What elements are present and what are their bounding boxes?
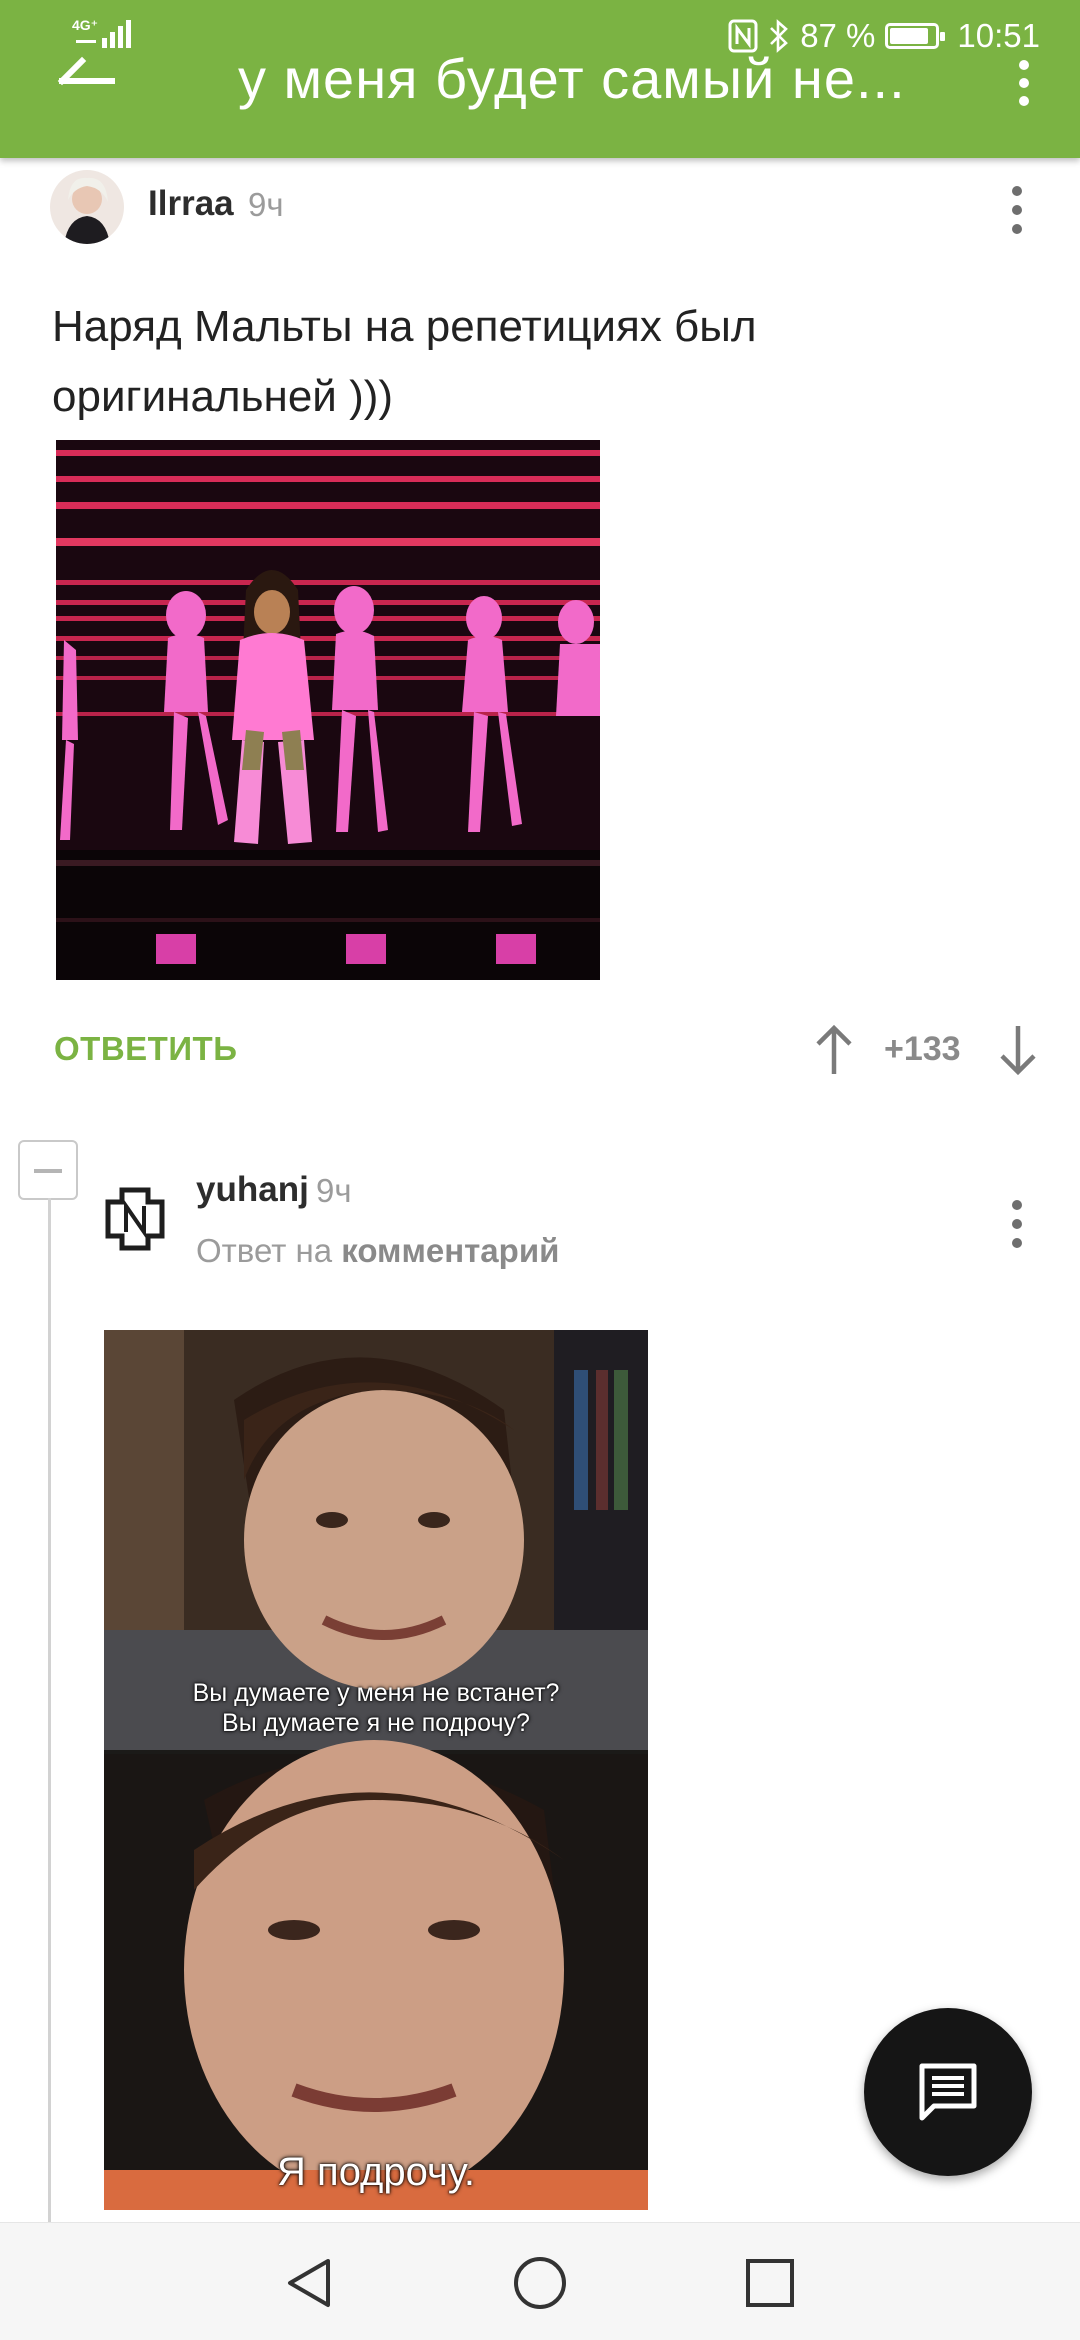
- meme-caption-line: Вы думаете я не подрочу?: [222, 1709, 530, 1737]
- nav-back-button[interactable]: [280, 2253, 340, 2313]
- thread-line[interactable]: [48, 1198, 51, 2228]
- rammstein-logo-icon: [105, 1187, 165, 1251]
- toolbar-more-button[interactable]: [1004, 60, 1044, 120]
- comment-icon: [919, 2063, 977, 2121]
- battery-level: [890, 28, 929, 44]
- meme-photo: [104, 1330, 648, 2210]
- avatar[interactable]: [50, 170, 124, 244]
- back-button[interactable]: [52, 46, 122, 116]
- comment-text: Наряд Мальты на репетициях был оригиналь…: [52, 302, 757, 421]
- more-vertical-icon: [1002, 1192, 1032, 1248]
- reply-to-link[interactable]: комментарий: [341, 1232, 559, 1269]
- avatar[interactable]: [100, 1184, 170, 1254]
- nav-home-icon: [514, 2257, 566, 2309]
- reply-button[interactable]: ОТВЕТИТЬ: [54, 1030, 237, 1068]
- page-title: у меня будет самый не...: [238, 47, 906, 110]
- arrow-left-icon: [57, 56, 115, 86]
- write-comment-button[interactable]: [864, 2008, 1032, 2176]
- stage-photo: [56, 440, 600, 980]
- downvote-button[interactable]: [996, 1024, 1040, 1076]
- reply-to-prefix: Ответ на: [196, 1232, 333, 1269]
- nav-home-button[interactable]: [510, 2253, 570, 2313]
- meme-caption-line: Вы думаете у меня не встанет?: [192, 1679, 560, 1707]
- arrow-down-icon: [1000, 1026, 1036, 1076]
- more-vertical-icon: [1002, 178, 1032, 234]
- nav-recents-button[interactable]: [740, 2253, 800, 2313]
- upvote-button[interactable]: [812, 1024, 856, 1076]
- comment-time: 9ч: [316, 1172, 352, 1209]
- comment-time: 9ч: [248, 186, 284, 223]
- nav-back-icon: [288, 2259, 330, 2307]
- comment-image[interactable]: Вы думаете у меня не встанет? Вы думаете…: [104, 1330, 648, 2210]
- system-nav-bar: [0, 2222, 1080, 2340]
- comment-author[interactable]: Ilrraa: [148, 184, 234, 224]
- app-bar: 4G⁺ 87 % 10:51 у меня будет самый не...: [0, 0, 1080, 158]
- nav-recents-icon: [746, 2259, 794, 2307]
- arrow-up-icon: [816, 1024, 852, 1074]
- comment-menu-button[interactable]: [1002, 178, 1032, 238]
- avatar-image: [50, 170, 124, 244]
- meme-caption-bottom: Я подрочу.: [277, 2150, 475, 2194]
- comment-menu-button[interactable]: [1002, 1192, 1032, 1252]
- reply-to-line: Ответ на комментарий: [196, 1232, 559, 1270]
- comment-author[interactable]: yuhanj: [196, 1170, 309, 1210]
- more-vertical-icon: [1004, 60, 1044, 106]
- collapse-thread-button[interactable]: [18, 1140, 78, 1200]
- clock: 10:51: [957, 17, 1040, 54]
- comment-image[interactable]: [56, 440, 600, 980]
- meme-caption-top: Вы думаете у меня не встанет? Вы думаете…: [104, 1678, 648, 1738]
- comment-rating: +133: [884, 1030, 961, 1068]
